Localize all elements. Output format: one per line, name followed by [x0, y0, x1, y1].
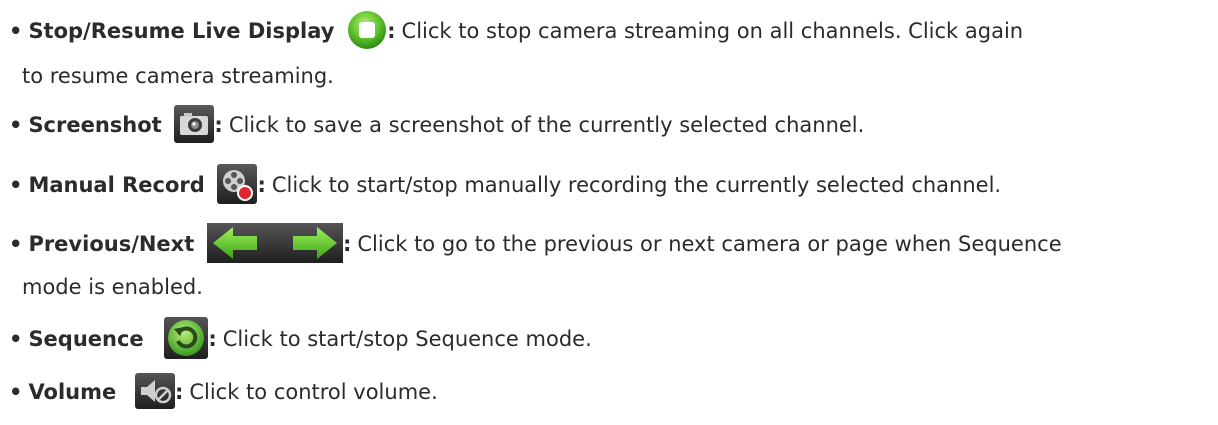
- list-item-manual-record: • Manual Record : Click to start/stop manu…: [9, 164, 1210, 206]
- speaker-mute-icon: [134, 373, 175, 409]
- desc-volume: Click to control volume.: [189, 380, 438, 404]
- term-volume: Volume: [28, 380, 117, 404]
- term-manual-record: Manual Record: [28, 173, 205, 197]
- list-item-sequence: • Sequence : Click to start/stop Sequence …: [9, 317, 1210, 361]
- stop-resume-live-icon: [347, 10, 387, 50]
- camera-icon: [174, 105, 215, 143]
- colon: :: [208, 327, 217, 351]
- bullet: •: [9, 113, 23, 137]
- desc-previous-next: Click to go to the previous or next came…: [357, 232, 1062, 256]
- list-item-screenshot: • Screenshot : Click to save a screenshot …: [9, 105, 1210, 145]
- bullet: •: [9, 232, 23, 256]
- list-item-previous-next: • Previous/Next : Click to go to the previ…: [9, 223, 1210, 265]
- film-reel-record-icon: [217, 164, 258, 204]
- desc-stop-resume-cont: to resume camera streaming.: [22, 64, 334, 88]
- bullet: •: [9, 19, 23, 43]
- colon: :: [214, 113, 223, 137]
- list-item-stop-resume: • Stop/Resume Live Display : Click to stop…: [9, 10, 1210, 52]
- term-previous-next: Previous/Next: [28, 232, 195, 256]
- desc-screenshot: Click to save a screenshot of the curren…: [228, 113, 865, 137]
- bullet: •: [9, 380, 23, 404]
- colon: :: [387, 19, 396, 43]
- term-sequence: Sequence: [28, 327, 144, 351]
- colon: :: [174, 380, 184, 404]
- term-stop-resume: Stop/Resume Live Display: [28, 19, 335, 43]
- sequence-cycle-icon: [164, 317, 209, 359]
- desc-sequence: Click to start/stop Sequence mode.: [222, 327, 592, 351]
- green-arrows-icon: [206, 223, 343, 263]
- desc-manual-record: Click to start/stop manually recording t…: [271, 173, 1002, 197]
- desc-previous-next-cont: mode is enabled.: [22, 275, 203, 299]
- colon: :: [342, 232, 352, 256]
- term-screenshot: Screenshot: [28, 113, 162, 137]
- bullet: •: [9, 173, 23, 197]
- list-item-volume: • Volume : Click to control volume.: [9, 373, 1210, 411]
- bullet: •: [9, 327, 23, 351]
- desc-stop-resume: Click to stop camera streaming on all ch…: [401, 19, 1024, 43]
- colon: :: [257, 173, 266, 197]
